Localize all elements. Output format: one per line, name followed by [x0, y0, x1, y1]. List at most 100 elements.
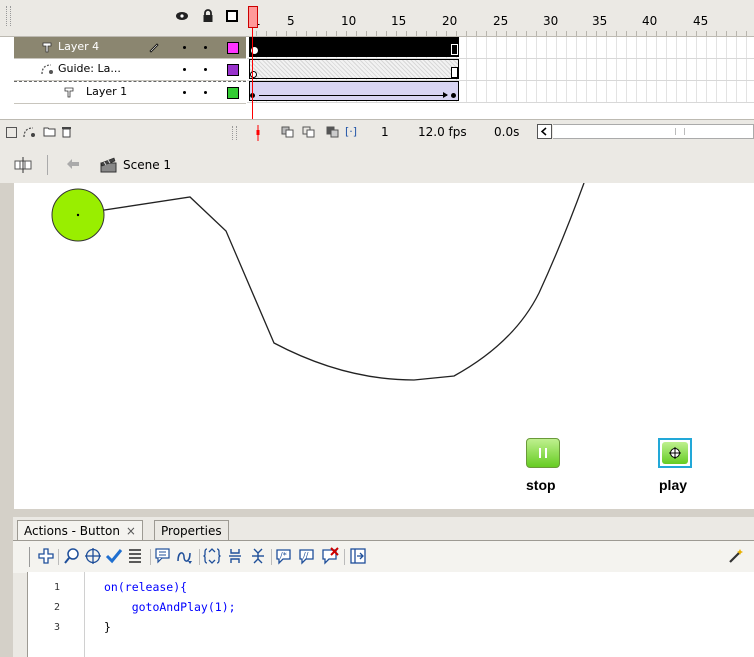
tween-arrowhead	[443, 92, 448, 98]
scrollbar-grip-icon	[675, 128, 685, 135]
code-line[interactable]: }	[104, 620, 111, 634]
visibility-dot[interactable]	[183, 91, 186, 94]
insert-layer-icon[interactable]	[6, 127, 17, 138]
scene-icon	[100, 157, 118, 173]
close-icon[interactable]: ×	[126, 524, 136, 538]
layer-row-guide[interactable]: Guide: La...	[14, 59, 246, 81]
panel-gripper[interactable]	[6, 6, 11, 26]
motion-tween-span[interactable]	[249, 81, 459, 101]
tab-actions-button[interactable]: Actions - Button ×	[17, 520, 143, 541]
timeline-horizontal-scrollbar[interactable]	[553, 124, 754, 139]
toolbar-divider	[150, 549, 151, 565]
timeline-panel: 1 5 10 15 20 25 30 35 40 45 Layer 4	[0, 0, 754, 148]
keyframe-span[interactable]	[249, 37, 459, 57]
guide-layer-frames[interactable]	[247, 59, 754, 81]
add-statement-icon[interactable]	[37, 547, 55, 565]
line-number: 2	[54, 602, 61, 613]
layer-row-layer-1[interactable]: Layer 1	[14, 81, 246, 104]
remove-comment-icon[interactable]	[321, 547, 339, 565]
tab-properties[interactable]: Properties	[154, 520, 229, 541]
center-frame-icon[interactable]	[256, 125, 260, 141]
eye-icon[interactable]	[175, 10, 189, 22]
insert-target-path-icon[interactable]	[84, 547, 102, 565]
insert-folder-icon[interactable]	[43, 126, 56, 138]
expand-all-icon[interactable]	[249, 547, 267, 565]
code-line[interactable]: gotoAndPlay(1);	[104, 600, 236, 614]
elapsed-time: 0.0s	[494, 125, 520, 139]
svg-text://: //	[303, 551, 309, 560]
visibility-dot[interactable]	[183, 46, 186, 49]
script-editor[interactable]: 1 2 3 on(release){ gotoAndPlay(1); }	[27, 572, 754, 657]
lock-dot[interactable]	[204, 46, 207, 49]
end-keyframe-marker	[451, 93, 456, 98]
onion-skin-outlines-icon[interactable]	[302, 126, 315, 138]
check-syntax-icon[interactable]	[105, 547, 123, 565]
layer-4-frames[interactable]	[247, 37, 754, 59]
script-assist-icon[interactable]	[727, 547, 745, 565]
end-frame-marker	[451, 67, 458, 78]
scroll-left-button[interactable]	[537, 124, 552, 139]
ruler-number: 15	[391, 14, 407, 28]
guide-layer-icon	[40, 62, 54, 76]
ruler-number: 10	[341, 14, 357, 28]
timeline-toggle-icon[interactable]	[14, 157, 32, 173]
find-icon[interactable]	[63, 547, 81, 565]
edit-bar: Scene 1	[0, 147, 754, 184]
actions-left-border	[0, 517, 13, 657]
stage[interactable]: stop play	[14, 183, 754, 509]
actions-toolbar: /* //	[13, 540, 754, 573]
edit-multiple-frames-icon[interactable]	[326, 126, 339, 138]
play-button-face	[662, 442, 688, 464]
layer-1-frames[interactable]	[247, 81, 754, 103]
add-motion-guide-icon[interactable]	[23, 126, 35, 138]
lock-dot[interactable]	[204, 91, 207, 94]
play-button[interactable]	[658, 438, 692, 468]
delete-layer-icon[interactable]	[60, 126, 72, 138]
stop-button[interactable]	[526, 438, 560, 468]
tab-label: Properties	[161, 524, 222, 538]
playhead[interactable]	[248, 6, 258, 28]
layer-icon	[42, 41, 52, 53]
auto-format-icon[interactable]	[126, 547, 144, 565]
lock-dot[interactable]	[204, 68, 207, 71]
collapse-between-braces-icon[interactable]	[203, 547, 221, 565]
layer-color-swatch[interactable]	[227, 87, 239, 99]
current-frame: 1	[381, 125, 389, 139]
code-line[interactable]: on(release){	[104, 580, 187, 594]
timeline-header: 1 5 10 15 20 25 30 35 40 45	[0, 0, 754, 37]
layer-icon	[64, 86, 74, 98]
stage-artwork	[51, 183, 585, 381]
lock-icon[interactable]	[202, 9, 214, 23]
frame-ruler[interactable]: 1 5 10 15 20 25 30 35 40 45	[247, 0, 754, 36]
visibility-dot[interactable]	[183, 68, 186, 71]
toolbar-divider	[344, 549, 345, 565]
line-number-gutter: 1 2 3	[28, 572, 85, 657]
stop-button-label: stop	[526, 477, 556, 493]
layer-name: Guide: La...	[58, 62, 121, 75]
ruler-number: 35	[592, 14, 608, 28]
modify-onion-markers-icon[interactable]: [·]	[345, 126, 357, 138]
tween-arrow	[259, 95, 447, 96]
layer-color-swatch[interactable]	[227, 42, 239, 54]
ball-center	[76, 213, 80, 217]
debug-options-icon[interactable]	[176, 547, 194, 565]
apply-block-comment-icon[interactable]: /*	[275, 547, 293, 565]
play-button-label: play	[659, 477, 688, 493]
frame-rate[interactable]: 12.0 fps	[418, 125, 467, 139]
layer-color-swatch[interactable]	[227, 64, 239, 76]
keyframe-span[interactable]	[249, 59, 459, 79]
pencil-icon	[148, 41, 160, 53]
outline-icon[interactable]	[226, 10, 238, 22]
scene-name[interactable]: Scene 1	[123, 158, 171, 172]
onion-skin-icon[interactable]	[281, 126, 294, 138]
ruler-number: 40	[642, 14, 658, 28]
toolbar-divider	[47, 155, 48, 175]
show-hide-toolbox-icon[interactable]	[349, 547, 367, 565]
layer-row-layer-4[interactable]: Layer 4	[14, 37, 246, 59]
pause-icon	[539, 448, 547, 458]
show-code-hint-icon[interactable]	[154, 547, 172, 565]
apply-line-comment-icon[interactable]: //	[298, 547, 316, 565]
collapse-selection-icon[interactable]	[226, 547, 244, 565]
back-arrow-icon[interactable]	[66, 158, 80, 170]
line-number: 1	[54, 582, 61, 593]
